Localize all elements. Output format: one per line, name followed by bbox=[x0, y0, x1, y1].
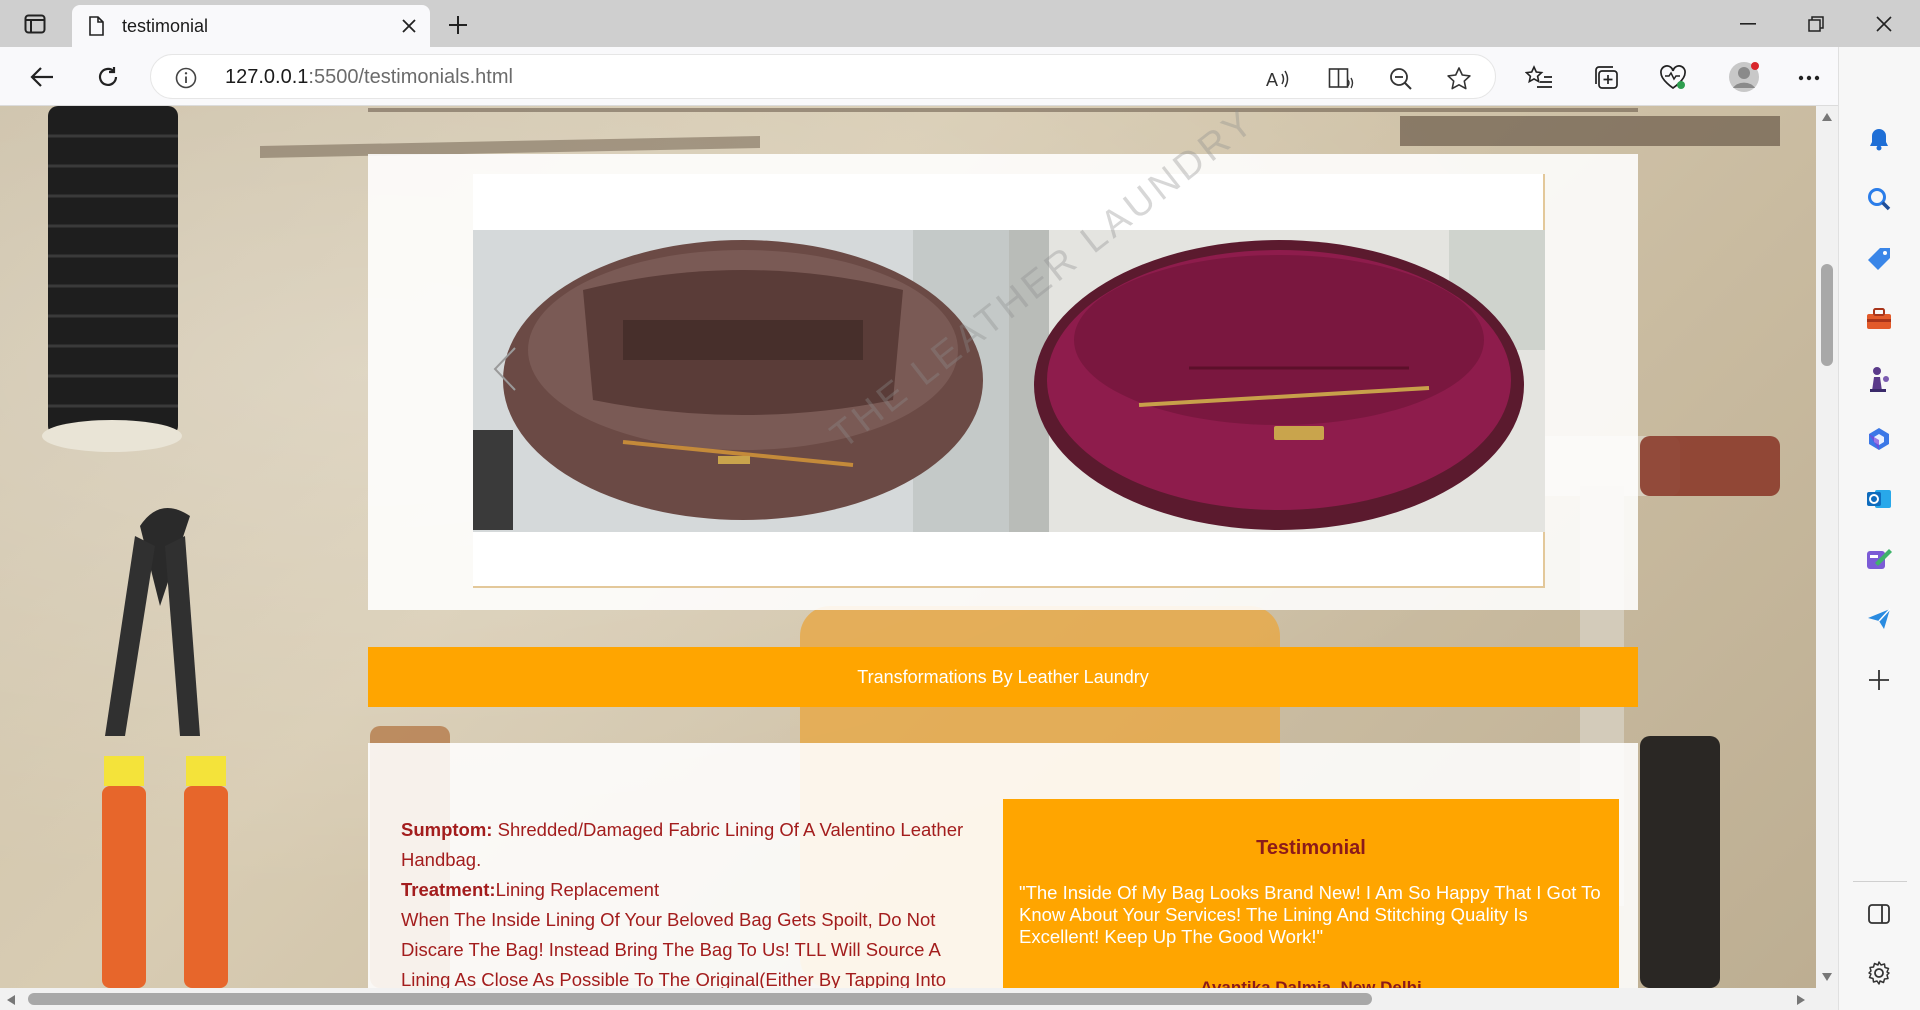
back-icon[interactable] bbox=[22, 57, 62, 97]
info-icon[interactable] bbox=[175, 67, 197, 89]
minimize-icon[interactable] bbox=[1714, 0, 1782, 47]
drop-send-icon[interactable] bbox=[1863, 603, 1895, 635]
url-text[interactable]: 127.0.0.1:5500/testimonials.html bbox=[225, 66, 513, 89]
testimonial-box: Testimonial "The Inside Of My Bag Looks … bbox=[1003, 799, 1619, 988]
treatment-label: Treatment: bbox=[401, 879, 496, 900]
outlook-icon[interactable] bbox=[1863, 483, 1895, 515]
microsoft365-icon[interactable] bbox=[1863, 423, 1895, 455]
favorites-list-icon[interactable] bbox=[1524, 63, 1554, 93]
scroll-down-icon[interactable] bbox=[1821, 972, 1833, 982]
read-aloud-icon[interactable]: A bbox=[1265, 65, 1293, 93]
navigation-toolbar: 127.0.0.1:5500/testimonials.html A bbox=[0, 47, 1920, 106]
refresh-icon[interactable] bbox=[88, 57, 128, 97]
case-details-card: Sumptom: Shredded/Damaged Fabric Lining … bbox=[368, 743, 1638, 988]
carousel-frame: THE LEATHER LAUNDRY bbox=[473, 106, 1545, 588]
split-screen-icon[interactable] bbox=[1863, 898, 1895, 930]
tools-briefcase-icon[interactable] bbox=[1863, 303, 1895, 335]
shopping-tag-icon[interactable] bbox=[1863, 243, 1895, 275]
carousel-prev-icon[interactable] bbox=[489, 344, 519, 394]
testimonial-quote: "The Inside Of My Bag Looks Brand New! I… bbox=[1019, 882, 1601, 947]
svg-text:A: A bbox=[1266, 70, 1278, 90]
immersive-reader-icon[interactable] bbox=[1327, 65, 1355, 93]
transformations-banner: Transformations By Leather Laundry bbox=[368, 647, 1638, 707]
address-bar[interactable]: 127.0.0.1:5500/testimonials.html A bbox=[150, 54, 1496, 99]
zoom-out-icon[interactable] bbox=[1387, 65, 1415, 93]
horizontal-scroll-thumb[interactable] bbox=[28, 993, 1372, 1005]
tab-strip: testimonial bbox=[0, 0, 1920, 47]
description-text: When The Inside Lining Of Your Beloved B… bbox=[401, 909, 947, 988]
more-menu-icon[interactable] bbox=[1794, 63, 1824, 93]
page-document-icon bbox=[89, 16, 104, 36]
browser-essentials-icon[interactable] bbox=[1658, 63, 1688, 93]
profile-avatar-icon[interactable] bbox=[1726, 59, 1762, 95]
collections-icon[interactable] bbox=[1592, 63, 1622, 93]
tab-title: testimonial bbox=[122, 15, 209, 36]
close-window-icon[interactable] bbox=[1850, 0, 1918, 47]
designer-icon[interactable] bbox=[1863, 543, 1895, 575]
scroll-right-icon[interactable] bbox=[1796, 994, 1806, 1006]
url-host: 127.0.0.1 bbox=[225, 66, 309, 88]
horizontal-scrollbar[interactable] bbox=[0, 988, 1838, 1010]
browser-window: testimonial 127.0.0.1:5500/testimonials.… bbox=[0, 0, 1920, 1010]
symptom-label: Sumptom: bbox=[401, 819, 493, 840]
restore-icon[interactable] bbox=[1782, 0, 1850, 47]
vertical-scrollbar[interactable] bbox=[1816, 106, 1838, 988]
case-description: Sumptom: Shredded/Damaged Fabric Lining … bbox=[401, 815, 991, 988]
testimonial-author: Avantika Dalmia, New Delhi bbox=[1200, 978, 1422, 988]
close-tab-icon[interactable] bbox=[394, 11, 424, 41]
url-path: :5500/testimonials.html bbox=[308, 66, 513, 88]
scroll-up-icon[interactable] bbox=[1821, 112, 1833, 122]
treatment-text: Lining Replacement bbox=[495, 879, 660, 900]
favorite-star-icon[interactable] bbox=[1445, 65, 1473, 93]
tab-actions-icon[interactable] bbox=[20, 10, 50, 38]
testimonial-title: Testimonial bbox=[1256, 837, 1366, 859]
settings-gear-icon[interactable] bbox=[1863, 957, 1895, 989]
search-icon[interactable] bbox=[1863, 183, 1895, 215]
notification-bell-icon[interactable] bbox=[1863, 123, 1895, 155]
edge-sidebar bbox=[1838, 47, 1920, 1010]
page-viewport[interactable]: THE LEATHER LAUNDRY Transformations By L… bbox=[0, 106, 1816, 988]
scroll-left-icon[interactable] bbox=[6, 994, 16, 1006]
before-after-carousel-card: THE LEATHER LAUNDRY bbox=[368, 106, 1638, 610]
games-chess-icon[interactable] bbox=[1863, 363, 1895, 395]
new-tab-icon[interactable] bbox=[442, 9, 474, 41]
sidebar-divider bbox=[1853, 881, 1907, 882]
top-divider bbox=[368, 108, 1638, 112]
tab-testimonial[interactable]: testimonial bbox=[72, 5, 430, 47]
after-bag-photo bbox=[1009, 230, 1545, 532]
vertical-scroll-thumb[interactable] bbox=[1821, 264, 1833, 366]
add-icon[interactable] bbox=[1863, 664, 1895, 696]
